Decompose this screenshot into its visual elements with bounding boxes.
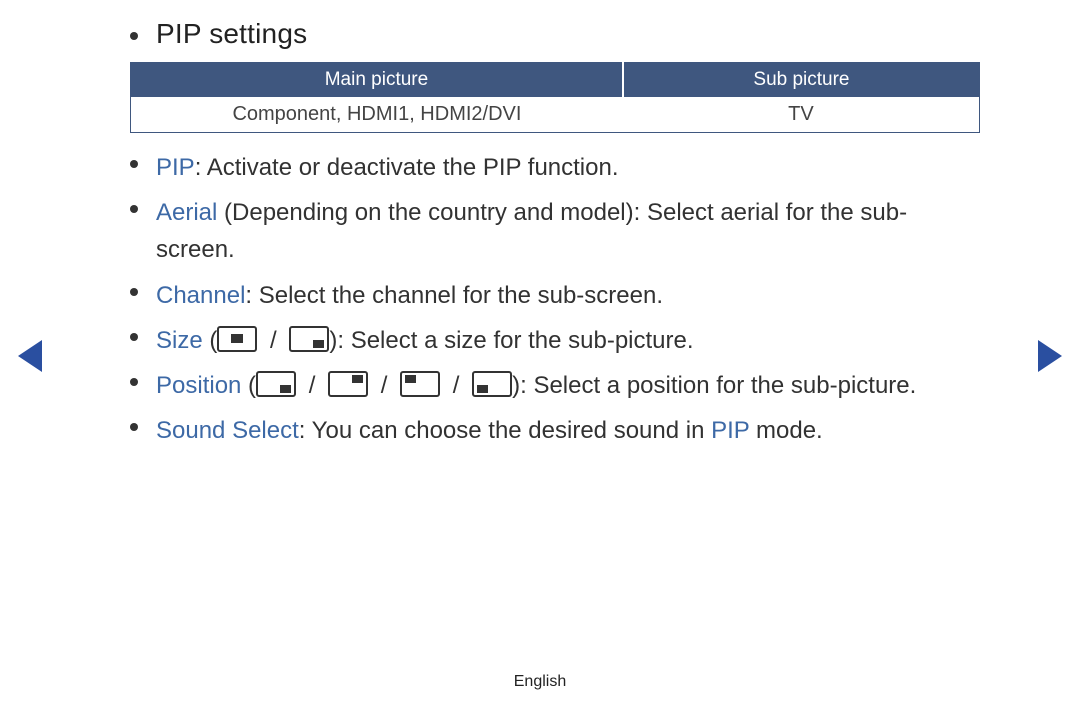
item-desc: : Activate or deactivate the PIP functio… (195, 154, 619, 181)
inline-key: PIP (711, 417, 749, 444)
item-text: Aerial (Depending on the country and mod… (156, 194, 980, 268)
bullet-icon (130, 378, 138, 386)
size-small-icon (289, 326, 329, 352)
item-desc: ): Select a position for the sub-picture… (512, 372, 916, 399)
section-title: PIP settings (156, 18, 307, 50)
bullet-icon (130, 423, 138, 431)
table-header-row: Main picture Sub picture (131, 63, 980, 98)
bullet-icon (130, 333, 138, 341)
position-bottom-right-icon (256, 371, 296, 397)
item-key: Position (156, 372, 241, 399)
table-row: Component, HDMI1, HDMI2/DVI TV (131, 97, 980, 133)
manual-page: PIP settings Main picture Sub picture Co… (0, 0, 1080, 705)
list-item: Channel: Select the channel for the sub-… (130, 277, 980, 314)
position-top-left-icon (400, 371, 440, 397)
page-content: PIP settings Main picture Sub picture Co… (130, 18, 980, 449)
page-footer-language: English (0, 673, 1080, 691)
size-large-icon (217, 326, 257, 352)
separator: / (263, 327, 283, 354)
position-top-right-icon (328, 371, 368, 397)
paren-open: ( (241, 372, 256, 399)
item-desc-post: mode. (749, 417, 822, 444)
item-desc: ): Select a size for the sub-picture. (329, 327, 693, 354)
cell-sub-picture: TV (623, 97, 980, 133)
header-main-picture: Main picture (131, 63, 623, 98)
item-text: Channel: Select the channel for the sub-… (156, 277, 663, 314)
cell-main-picture: Component, HDMI1, HDMI2/DVI (131, 97, 623, 133)
list-item: Sound Select: You can choose the desired… (130, 412, 980, 449)
item-text: Sound Select: You can choose the desired… (156, 412, 823, 449)
item-text: Size ( / ): Select a size for the sub-pi… (156, 322, 694, 359)
bullet-icon (130, 160, 138, 168)
bullet-icon (130, 288, 138, 296)
separator: / (446, 372, 466, 399)
bullet-icon (130, 32, 138, 40)
item-key: PIP (156, 154, 195, 181)
list-item: Size ( / ): Select a size for the sub-pi… (130, 322, 980, 359)
item-key: Aerial (156, 199, 217, 226)
paren-open: ( (203, 327, 218, 354)
next-page-arrow-icon[interactable] (1038, 340, 1062, 372)
item-desc: (Depending on the country and model): Se… (156, 199, 907, 263)
bullet-icon (130, 205, 138, 213)
item-key: Channel (156, 282, 245, 309)
separator: / (302, 372, 322, 399)
item-key: Sound Select (156, 417, 299, 444)
item-key: Size (156, 327, 203, 354)
section-heading-row: PIP settings (130, 18, 980, 50)
prev-page-arrow-icon[interactable] (18, 340, 42, 372)
item-text: Position ( / / / ): Select a position fo… (156, 367, 916, 404)
item-text: PIP: Activate or deactivate the PIP func… (156, 149, 619, 186)
pip-settings-table: Main picture Sub picture Component, HDMI… (130, 62, 980, 133)
list-item: Aerial (Depending on the country and mod… (130, 194, 980, 268)
separator: / (374, 372, 394, 399)
list-item: PIP: Activate or deactivate the PIP func… (130, 149, 980, 186)
item-desc: : Select the channel for the sub-screen. (245, 282, 663, 309)
item-desc-pre: : You can choose the desired sound in (299, 417, 711, 444)
list-item: Position ( / / / ): Select a position fo… (130, 367, 980, 404)
position-bottom-left-icon (472, 371, 512, 397)
header-sub-picture: Sub picture (623, 63, 980, 98)
